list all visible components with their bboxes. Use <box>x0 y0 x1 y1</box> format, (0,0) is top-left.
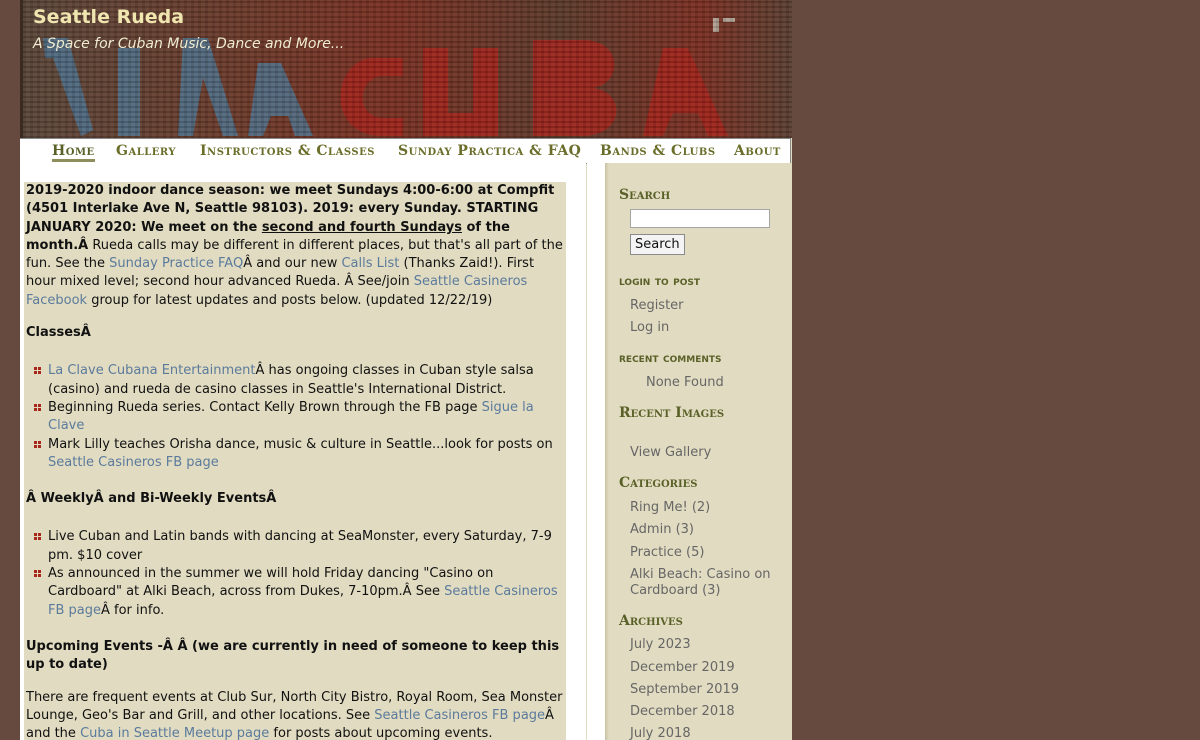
weekly-heading: Â WeeklyÂ and Bi-Weekly EventsÂ <box>26 491 277 507</box>
casineros-fb-link[interactable]: Seattle Casineros FB page <box>48 455 219 470</box>
archive-link[interactable]: December 2019 <box>630 660 735 675</box>
page: Seattle Rueda A Space for Cuban Music, D… <box>20 0 792 740</box>
list-item: La Clave Cubana EntertainmentÂ has ongoi… <box>34 362 566 399</box>
sidebar-edge <box>605 163 609 740</box>
nav-item-sunday-practica-faq[interactable]: Sunday Practica & FAQ <box>398 143 581 159</box>
upcoming-paragraph: There are frequent events at Club Sur, N… <box>26 689 566 740</box>
categories-heading: Categories <box>619 475 698 491</box>
search-input[interactable] <box>630 209 770 228</box>
list-item-text: Mark Lilly teaches Orisha dance, music &… <box>48 436 553 452</box>
header-banner: Seattle Rueda A Space for Cuban Music, D… <box>20 0 792 138</box>
intro-underlined: second and fourth Sundays <box>261 219 462 235</box>
calls-list-link[interactable]: Calls List <box>341 256 399 271</box>
site-title[interactable]: Seattle Rueda <box>33 6 184 28</box>
list-item-text: As announced in the summer we will hold … <box>48 566 494 600</box>
cuba-meetup-link[interactable]: Cuba in Seattle Meetup page <box>80 726 269 740</box>
nav-item-home[interactable]: Home <box>52 143 95 162</box>
category-link[interactable]: Admin (3) <box>630 522 694 537</box>
archive-link[interactable]: September 2019 <box>630 682 739 697</box>
recent-images-heading: Recent Images <box>619 405 725 421</box>
list-item: Mark Lilly teaches Orisha dance, music &… <box>34 436 566 473</box>
weekly-list: Live Cuban and Latin bands with dancing … <box>24 528 566 619</box>
casineros-fb-link[interactable]: Seattle Casineros FB page <box>374 708 545 723</box>
nav-item-instructors-classes[interactable]: Instructors & Classes <box>200 143 375 159</box>
login-heading: login to post <box>619 274 701 289</box>
archives-heading: Archives <box>619 613 683 629</box>
view-gallery-link[interactable]: View Gallery <box>630 445 711 460</box>
search-button[interactable]: Search <box>630 234 685 255</box>
register-link[interactable]: Register <box>630 298 684 313</box>
list-item-text: Beginning Rueda series. Contact Kelly Br… <box>48 399 482 415</box>
upcoming-text-3: for posts about upcoming events. <box>269 726 493 740</box>
bullet-icon <box>34 403 42 412</box>
list-item-text: Live Cuban and Latin bands with dancing … <box>48 529 552 563</box>
bullet-icon <box>34 570 42 578</box>
nav-item-about[interactable]: About <box>734 143 781 159</box>
archive-link[interactable]: December 2018 <box>630 704 735 719</box>
intro-paragraph: 2019-2020 indoor dance season: we meet S… <box>26 182 566 310</box>
intro-text-2: Â and our new <box>243 256 342 272</box>
category-link[interactable]: Ring Me! (2) <box>630 500 710 515</box>
bullet-icon <box>34 367 42 375</box>
login-link[interactable]: Log in <box>630 320 669 335</box>
category-link[interactable]: Alki Beach: Casino on <box>630 567 771 582</box>
bullet-icon <box>34 440 42 449</box>
nav-item-gallery[interactable]: Gallery <box>116 143 176 159</box>
classes-heading: ClassesÂ <box>26 325 91 341</box>
upcoming-heading: Upcoming Events -Â Â (we are currently i… <box>26 638 560 673</box>
category-link[interactable]: Practice (5) <box>630 545 704 560</box>
category-link-continued[interactable]: Cardboard (3) <box>630 583 721 598</box>
primary-nav: Home Gallery Instructors & Classes Sunda… <box>20 138 791 164</box>
search-heading: Search <box>619 187 671 203</box>
main-content: 2019-2020 indoor dance season: we meet S… <box>24 182 566 740</box>
list-item: Beginning Rueda series. Contact Kelly Br… <box>34 399 566 436</box>
recent-comments-heading: recent comments <box>619 351 722 366</box>
la-clave-cubana-link[interactable]: La Clave Cubana Entertainment <box>48 363 256 378</box>
list-item: Live Cuban and Latin bands with dancing … <box>34 528 566 565</box>
no-comments-text: None Found <box>646 375 724 390</box>
list-item-text-after: Â for info. <box>101 602 165 618</box>
bullet-icon <box>34 533 42 541</box>
sidebar: Search Search login to post Register Log… <box>587 163 792 740</box>
classes-list: La Clave Cubana EntertainmentÂ has ongoi… <box>24 362 566 472</box>
archive-link[interactable]: July 2023 <box>630 637 691 652</box>
site-slogan: A Space for Cuban Music, Dance and More.… <box>33 36 345 52</box>
intro-text-4: group for latest updates and posts below… <box>87 292 493 308</box>
list-item: As announced in the summer we will hold … <box>34 565 566 620</box>
archive-link[interactable]: July 2018 <box>630 726 691 740</box>
faq-link[interactable]: Sunday Practice FAQ <box>109 256 243 271</box>
nav-item-bands-clubs[interactable]: Bands & Clubs <box>600 143 716 159</box>
